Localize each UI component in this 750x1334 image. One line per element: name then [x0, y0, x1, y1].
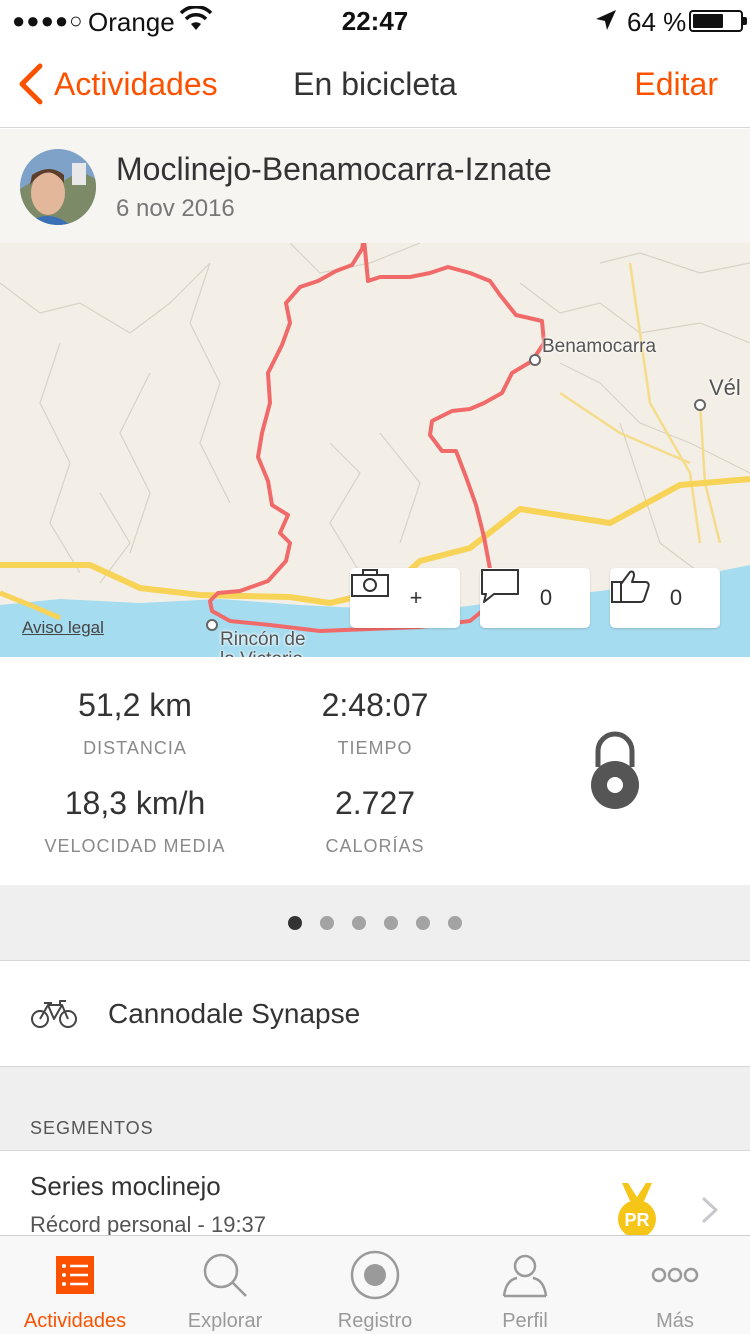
- stat-calories-value: 2.727: [334, 785, 416, 821]
- thumbs-up-icon: [611, 570, 650, 603]
- map-label-rincon-2: la Victoria: [220, 649, 303, 657]
- add-photo-label: +: [409, 585, 423, 610]
- stat-avg-speed-value: 18,3 km/h: [64, 785, 206, 821]
- search-icon: [203, 1253, 247, 1297]
- page-dot-2[interactable]: [320, 916, 334, 930]
- stat-avg-speed: 18,3 km/h VELOCIDAD MEDIA: [15, 785, 255, 857]
- bicycle-icon: [31, 1000, 77, 1028]
- segment-row[interactable]: Series moclinejo Récord personal - 19:37…: [0, 1151, 750, 1235]
- tab-profile[interactable]: Perfil: [450, 1236, 600, 1334]
- chevron-right-icon: [702, 1197, 718, 1223]
- record-icon: [350, 1250, 400, 1300]
- page-dot-3[interactable]: [352, 916, 366, 930]
- segment-name: Series moclinejo: [30, 1171, 221, 1201]
- status-bar: ●●●●○ Orange 22:47 64 %: [0, 0, 750, 40]
- route-map[interactable]: Benamocarra Vél Rincón de la Victoria Av…: [0, 243, 750, 657]
- more-icon: [651, 1267, 699, 1283]
- gear-row[interactable]: Cannodale Synapse: [0, 961, 750, 1067]
- tab-explore-label: Explorar: [187, 1310, 263, 1332]
- edit-button[interactable]: Editar: [634, 66, 718, 103]
- segments-header: SEGMENTOS: [30, 1118, 154, 1138]
- tab-record-label: Registro: [337, 1310, 413, 1332]
- profile-icon: [502, 1254, 548, 1298]
- stat-time-label: TIEMPO: [337, 738, 413, 758]
- stat-time: 2:48:07 TIEMPO: [255, 687, 495, 759]
- page-dot-4[interactable]: [384, 916, 398, 930]
- lock-icon[interactable]: [588, 731, 642, 811]
- back-button-label: Actividades: [54, 65, 218, 102]
- page-dot-1[interactable]: [288, 916, 302, 930]
- stat-calories-label: CALORÍAS: [325, 836, 425, 856]
- camera-icon: [351, 569, 389, 597]
- comments-button[interactable]: 0: [480, 568, 590, 628]
- navigation-bar: Actividades En bicicleta Editar: [0, 40, 750, 128]
- activities-list-icon: [56, 1256, 94, 1294]
- pr-badge-text: PR: [624, 1210, 649, 1230]
- bike-name: Cannodale Synapse: [108, 998, 361, 1029]
- activity-title: Moclinejo-Benamocarra-Iznate: [116, 151, 552, 187]
- legal-link[interactable]: Aviso legal: [22, 618, 104, 638]
- tab-more[interactable]: Más: [600, 1236, 750, 1334]
- battery-icon: [689, 10, 747, 32]
- stats-page-indicator[interactable]: [0, 885, 750, 961]
- comment-icon: [481, 569, 519, 603]
- avatar-photo: [20, 149, 96, 225]
- tab-profile-label: Perfil: [502, 1310, 548, 1332]
- tab-bar: Actividades Explorar Registro Perfil Más: [0, 1235, 750, 1334]
- map-label-velez: Vél: [709, 375, 741, 400]
- activity-date: 6 nov 2016: [116, 195, 235, 222]
- segments-section-header: SEGMENTOS: [0, 1067, 750, 1151]
- segment-detail: Récord personal - 19:37: [30, 1212, 267, 1235]
- page-dot-6[interactable]: [448, 916, 462, 930]
- chevron-left-icon: [19, 63, 43, 105]
- page-dot-5[interactable]: [416, 916, 430, 930]
- comments-count: 0: [539, 585, 553, 610]
- add-photo-button[interactable]: +: [350, 568, 460, 628]
- stat-calories: 2.727 CALORÍAS: [255, 785, 495, 857]
- back-button[interactable]: Actividades: [14, 60, 218, 108]
- activity-header: Moclinejo-Benamocarra-Iznate 6 nov 2016: [0, 129, 750, 243]
- stat-time-value: 2:48:07: [321, 687, 429, 723]
- battery-percent: 64 %: [627, 7, 687, 37]
- stat-distance-label: DISTANCIA: [83, 738, 187, 758]
- kudos-button[interactable]: 0: [610, 568, 720, 628]
- stat-distance: 51,2 km DISTANCIA: [15, 687, 255, 759]
- tab-record[interactable]: Registro: [300, 1236, 450, 1334]
- tab-activities-label: Actividades: [23, 1310, 127, 1332]
- tab-more-label: Más: [656, 1310, 694, 1332]
- location-arrow-icon: [596, 10, 616, 30]
- kudos-count: 0: [669, 585, 683, 610]
- pr-medal-icon: PR: [618, 1183, 656, 1235]
- tab-explore[interactable]: Explorar: [150, 1236, 300, 1334]
- stat-distance-value: 51,2 km: [78, 687, 192, 723]
- tab-activities[interactable]: Actividades: [0, 1236, 150, 1334]
- avatar[interactable]: [20, 149, 96, 225]
- stat-avg-speed-label: VELOCIDAD MEDIA: [44, 836, 226, 856]
- map-label-benamocarra: Benamocarra: [542, 336, 657, 357]
- map-label-rincon: Rincón de: [220, 629, 306, 650]
- activity-stats: 51,2 km DISTANCIA 2:48:07 TIEMPO 18,3 km…: [0, 657, 750, 885]
